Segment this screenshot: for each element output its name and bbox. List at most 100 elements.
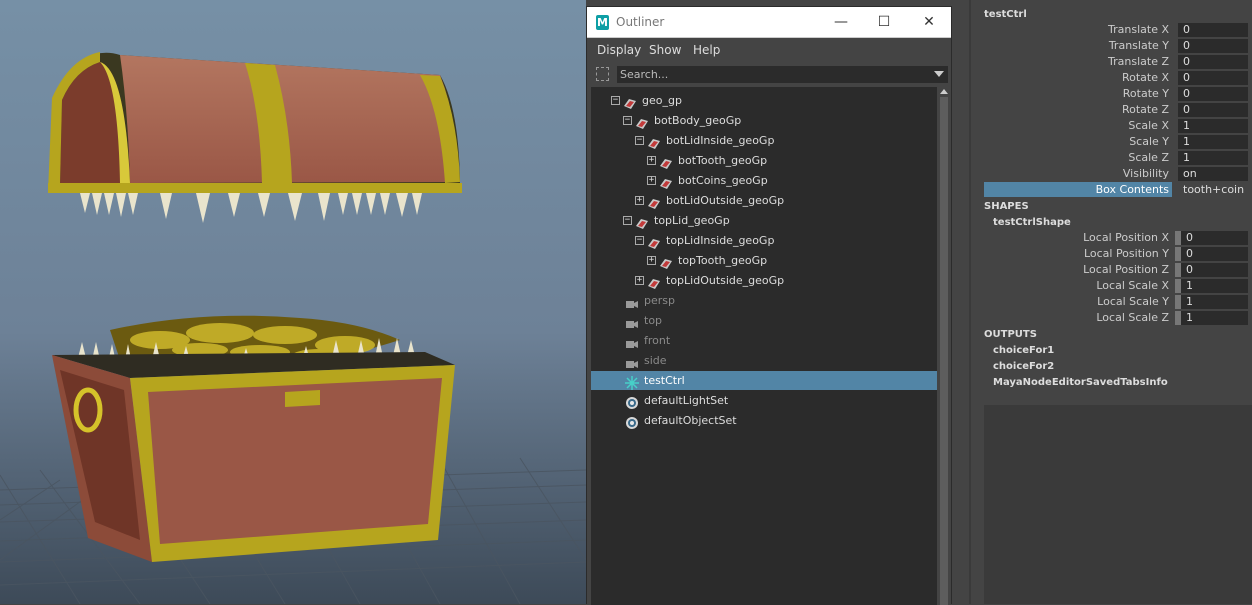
attribute-value-field[interactable]: on (1178, 167, 1248, 181)
outliner-item[interactable]: − topLid_geoGp (591, 211, 937, 231)
outliner-item-label: defaultLightSet (644, 394, 729, 407)
outliner-item[interactable]: defaultObjectSet (591, 411, 937, 431)
attribute-label[interactable]: Translate X (971, 23, 1169, 36)
outliner-item-label: topLidOutside_geoGp (666, 274, 785, 287)
expand-icon[interactable]: + (635, 196, 644, 205)
outliner-item[interactable]: front (591, 331, 937, 351)
outliner-title: Outliner (616, 15, 665, 29)
outliner-item[interactable]: − geo_gp (591, 91, 937, 111)
attribute-label[interactable]: Scale Y (971, 135, 1169, 148)
outliner-item-label: topLidInside_geoGp (666, 234, 775, 247)
collapse-icon[interactable]: − (635, 136, 644, 145)
maximize-button[interactable]: ☐ (872, 12, 896, 32)
collapse-icon[interactable]: − (623, 216, 632, 225)
outliner-item-label: geo_gp (642, 94, 682, 107)
attribute-label[interactable]: Scale Z (971, 151, 1169, 164)
outliner-item-label: botTooth_geoGp (678, 154, 768, 167)
group-icon (647, 135, 660, 149)
outliner-item-label: side (644, 354, 667, 367)
collapse-icon[interactable]: − (635, 236, 644, 245)
group-icon (647, 275, 660, 289)
output-item[interactable]: choiceFor2 (993, 361, 1054, 372)
viewport-scene (0, 0, 586, 604)
camera-icon (625, 355, 638, 368)
attribute-label[interactable]: Local Position X (971, 231, 1169, 244)
scroll-up-arrow-icon[interactable] (940, 89, 948, 94)
filter-icon[interactable] (596, 67, 609, 81)
output-item[interactable]: MayaNodeEditorSavedTabsInfo (993, 377, 1168, 388)
outliner-item[interactable]: − botBody_geoGp (591, 111, 937, 131)
attribute-label[interactable]: Rotate Y (971, 87, 1169, 100)
outliner-menubar: Display Show Help (587, 38, 951, 62)
attribute-value-field[interactable]: 1 (1178, 135, 1248, 149)
menu-help[interactable]: Help (693, 43, 720, 57)
expand-icon[interactable]: + (647, 256, 656, 265)
outliner-item[interactable]: testCtrl (591, 371, 937, 391)
collapse-icon[interactable]: − (623, 116, 632, 125)
outliner-item[interactable]: − botLidInside_geoGp (591, 131, 937, 151)
attribute-label[interactable]: Rotate Z (971, 103, 1169, 116)
channel-box-panel: testCtrl SHAPES testCtrlShape OUTPUTS Tr… (969, 0, 1252, 604)
group-icon (635, 115, 648, 129)
attribute-value-field[interactable]: 0 (1178, 103, 1248, 117)
attribute-value-field[interactable]: 0 (1178, 23, 1248, 37)
outliner-item-label: defaultObjectSet (644, 414, 737, 427)
attribute-value-field[interactable]: 1 (1178, 119, 1248, 133)
outliner-item[interactable]: + botTooth_geoGp (591, 151, 937, 171)
attribute-label[interactable]: Translate Y (971, 39, 1169, 52)
output-item[interactable]: choiceFor1 (993, 345, 1054, 356)
scroll-thumb[interactable] (940, 97, 948, 605)
attribute-label[interactable]: Local Scale X (971, 279, 1169, 292)
close-button[interactable]: ✕ (917, 12, 941, 32)
attribute-value-field[interactable]: 0 (1178, 39, 1248, 53)
shape-name[interactable]: testCtrlShape (993, 217, 1071, 228)
camera-icon (625, 295, 638, 308)
attribute-value-field[interactable]: tooth+coin (1178, 183, 1248, 197)
group-icon (659, 155, 672, 169)
outliner-item[interactable]: + botCoins_geoGp (591, 171, 937, 191)
attribute-value-field[interactable]: 0 (1178, 87, 1248, 101)
viewport-3d[interactable] (0, 0, 586, 604)
attribute-value-field[interactable]: 0 (1178, 55, 1248, 69)
collapse-icon[interactable]: − (611, 96, 620, 105)
outliner-item[interactable]: defaultLightSet (591, 391, 937, 411)
outliner-item[interactable]: top (591, 311, 937, 331)
outliner-item[interactable]: + topTooth_geoGp (591, 251, 937, 271)
chest-body-model (52, 315, 455, 562)
shapes-header: SHAPES (984, 201, 1029, 212)
search-input[interactable] (617, 66, 948, 83)
attribute-label[interactable]: Local Position Z (971, 263, 1169, 276)
expand-icon[interactable]: + (635, 276, 644, 285)
attribute-value-field[interactable]: 0 (1178, 71, 1248, 85)
empty-panel-area (984, 405, 1252, 604)
attribute-label[interactable]: Translate Z (971, 55, 1169, 68)
expand-icon[interactable]: + (647, 156, 656, 165)
search-dropdown-icon[interactable] (934, 71, 944, 77)
outliner-item[interactable]: + botLidOutside_geoGp (591, 191, 937, 211)
outliner-scrollbar[interactable] (938, 87, 950, 605)
outliner-item[interactable]: + topLidOutside_geoGp (591, 271, 937, 291)
attribute-value-field[interactable]: 1 (1181, 295, 1248, 309)
attribute-label[interactable]: Local Position Y (971, 247, 1169, 260)
menu-display[interactable]: Display (597, 43, 641, 57)
attribute-value-field[interactable]: 0 (1181, 263, 1248, 277)
attribute-value-field[interactable]: 0 (1181, 247, 1248, 261)
outliner-titlebar[interactable]: M Outliner — ☐ ✕ (587, 7, 951, 38)
camera-icon (625, 335, 638, 348)
attribute-value-field[interactable]: 0 (1181, 231, 1248, 245)
attribute-label[interactable]: Local Scale Y (971, 295, 1169, 308)
attribute-label[interactable]: Visibility (971, 167, 1169, 180)
outliner-item[interactable]: persp (591, 291, 937, 311)
minimize-button[interactable]: — (829, 12, 853, 32)
outliner-item[interactable]: − topLidInside_geoGp (591, 231, 937, 251)
attribute-value-field[interactable]: 1 (1181, 311, 1248, 325)
outliner-item[interactable]: side (591, 351, 937, 371)
attribute-label[interactable]: Rotate X (971, 71, 1169, 84)
expand-icon[interactable]: + (647, 176, 656, 185)
menu-show[interactable]: Show (649, 43, 681, 57)
attribute-value-field[interactable]: 1 (1178, 151, 1248, 165)
attribute-label[interactable]: Local Scale Z (971, 311, 1169, 324)
attribute-label[interactable]: Box Contents (971, 183, 1169, 196)
attribute-label[interactable]: Scale X (971, 119, 1169, 132)
attribute-value-field[interactable]: 1 (1181, 279, 1248, 293)
